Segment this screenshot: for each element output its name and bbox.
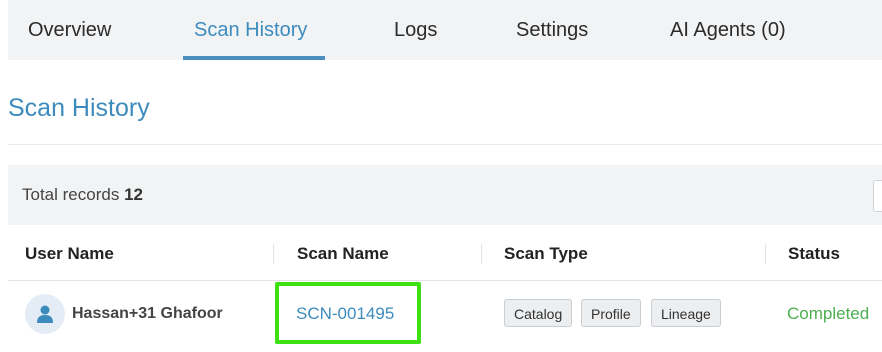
avatar [25, 294, 65, 334]
scan-type-tag-lineage: Lineage [651, 299, 721, 327]
tab-settings[interactable]: Settings [516, 0, 588, 60]
column-separator [481, 244, 482, 264]
highlight-box [275, 282, 421, 344]
active-tab-indicator [183, 56, 325, 60]
total-records-count: 12 [124, 185, 143, 204]
divider [8, 144, 882, 145]
tab-overview[interactable]: Overview [28, 0, 111, 60]
tab-scan-history[interactable]: Scan History [194, 0, 307, 60]
column-separator [765, 244, 766, 264]
toolbar-button[interactable] [873, 180, 882, 212]
scan-type-tag-profile: Profile [581, 299, 641, 327]
column-separator [273, 244, 274, 264]
total-records: Total records 12 [22, 165, 143, 225]
records-toolbar: Total records 12 [8, 165, 882, 225]
status-badge: Completed [787, 304, 870, 323]
column-header-status[interactable]: Status [788, 226, 840, 280]
column-header-scan-name[interactable]: Scan Name [297, 226, 389, 280]
scan-type-tag-catalog: Catalog [504, 299, 573, 327]
column-header-user-name[interactable]: User Name [25, 226, 114, 280]
page-title: Scan History [8, 94, 150, 122]
tab-ai-agents[interactable]: AI Agents (0) [670, 0, 786, 60]
user-name: Hassan+31 Ghafoor [72, 305, 223, 322]
table-row: Hassan+31 Ghafoor SCN-001495 Catalog Pro… [8, 281, 882, 352]
tab-logs[interactable]: Logs [394, 0, 437, 60]
table-header: User Name Scan Name Scan Type Status [8, 226, 882, 281]
user-icon [37, 305, 53, 323]
total-records-label: Total records [22, 185, 120, 204]
column-header-scan-type[interactable]: Scan Type [504, 226, 588, 280]
tab-bar: Overview Scan History Logs Settings AI A… [8, 0, 882, 60]
